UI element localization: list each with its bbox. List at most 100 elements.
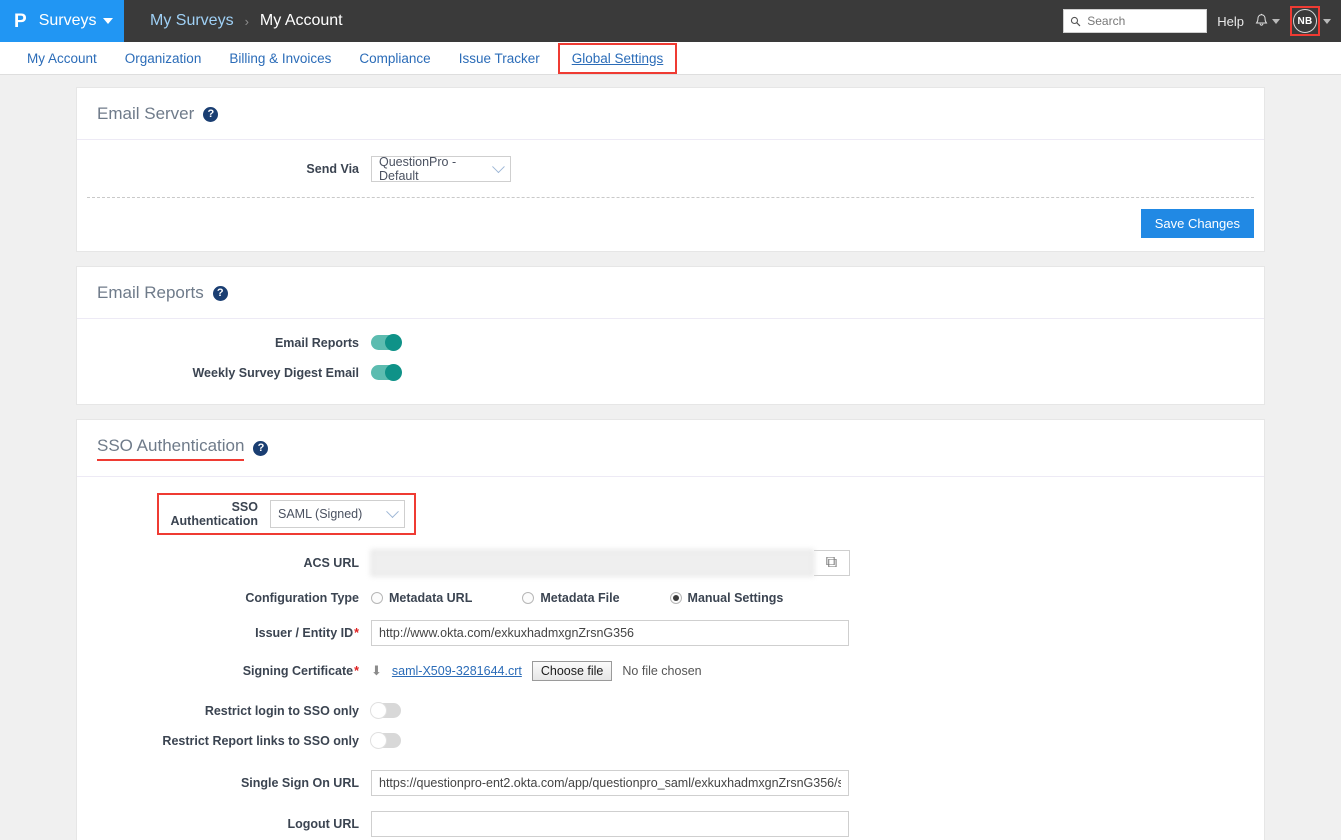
email-reports-toggle[interactable] xyxy=(371,334,402,351)
email-reports-panel: Email Reports ? Email Reports Weekly Sur… xyxy=(76,266,1265,405)
weekly-digest-toggle-row: Weekly Survey Digest Email xyxy=(77,364,1264,381)
tab-compliance[interactable]: Compliance xyxy=(345,42,444,75)
avatar[interactable]: NB xyxy=(1293,9,1317,33)
sso-auth-value: SAML (Signed) xyxy=(278,507,363,521)
sso-header: SSO Authentication ? xyxy=(77,420,1264,477)
help-icon[interactable]: ? xyxy=(203,106,219,122)
email-reports-toggle-row: Email Reports xyxy=(77,334,1264,351)
email-server-panel: Email Server ? Send Via QuestionPro - De… xyxy=(76,87,1265,252)
single-sign-on-url-input[interactable] xyxy=(371,770,849,796)
toggle-knob xyxy=(385,334,402,351)
signing-certificate-row: Signing Certificate* ⬇ saml-X509-3281644… xyxy=(77,661,1264,681)
send-via-value: QuestionPro - Default xyxy=(379,155,457,183)
radio-metadata-file[interactable]: Metadata File xyxy=(522,591,620,605)
issuer-label: Issuer / Entity ID* xyxy=(77,626,371,640)
acs-url-label: ACS URL xyxy=(303,556,359,570)
sso-authentication-panel: SSO Authentication ? SSO Authentication … xyxy=(76,419,1265,840)
account-menu[interactable]: NB xyxy=(1290,6,1331,36)
issuer-field xyxy=(371,620,1264,646)
email-server-title: Email Server xyxy=(97,104,195,123)
signing-certificate-label: Signing Certificate* xyxy=(77,664,371,678)
tab-billing-invoices[interactable]: Billing & Invoices xyxy=(215,42,345,75)
tab-organization[interactable]: Organization xyxy=(111,42,216,75)
sso-auth-highlight-box: SSO Authentication SAML (Signed) xyxy=(157,493,416,535)
breadcrumb-separator-icon: › xyxy=(244,13,249,29)
bell-icon xyxy=(1255,13,1268,26)
acs-url-input[interactable] xyxy=(371,550,814,576)
weekly-digest-field xyxy=(371,364,1264,381)
chevron-down-icon xyxy=(386,504,399,518)
top-header-bar: P Surveys My Surveys › My Account Help xyxy=(0,0,1341,42)
breadcrumb-my-account: My Account xyxy=(259,12,343,29)
toggle-knob xyxy=(370,732,387,749)
weekly-digest-toggle[interactable] xyxy=(371,364,402,381)
radio-manual-settings[interactable]: Manual Settings xyxy=(669,591,784,605)
restrict-report-toggle[interactable] xyxy=(370,732,401,749)
email-reports-body: Email Reports Weekly Survey Digest Email xyxy=(77,319,1264,404)
toggle-knob xyxy=(385,364,402,381)
email-server-header: Email Server ? xyxy=(77,88,1264,140)
sso-url-label: Single Sign On URL xyxy=(240,776,359,790)
config-type-radios: Metadata URL Metadata File Manual Settin… xyxy=(371,591,783,605)
sso-auth-label: SSO Authentication xyxy=(170,500,259,528)
restrict-login-row: Restrict login to SSO only xyxy=(77,702,1264,719)
email-server-body: Send Via QuestionPro - Default Save Chan… xyxy=(77,140,1264,251)
tab-issue-tracker[interactable]: Issue Tracker xyxy=(445,42,554,75)
required-marker: * xyxy=(354,626,359,640)
notifications-menu[interactable] xyxy=(1254,13,1280,29)
tab-global-settings[interactable]: Global Settings xyxy=(562,45,674,72)
restrict-login-label: Restrict login to SSO only xyxy=(204,703,359,718)
help-link[interactable]: Help xyxy=(1217,14,1244,29)
tab-global-settings-highlight: Global Settings xyxy=(557,42,678,74)
header-right-cluster: Help NB xyxy=(1063,0,1331,42)
config-type-row: Configuration Type Metadata URL Metadata… xyxy=(77,591,1264,605)
download-icon[interactable]: ⬇ xyxy=(371,663,382,679)
sso-auth-select[interactable]: SAML (Signed) xyxy=(270,500,405,528)
chevron-down-icon xyxy=(1272,18,1280,24)
chevron-down-icon xyxy=(103,18,114,24)
no-file-chosen-label: No file chosen xyxy=(622,664,702,678)
radio-metadata-url[interactable]: Metadata URL xyxy=(371,591,472,605)
send-via-select[interactable]: QuestionPro - Default xyxy=(371,155,511,183)
tab-my-account[interactable]: My Account xyxy=(13,42,111,75)
restrict-login-field xyxy=(370,702,1264,719)
help-icon[interactable]: ? xyxy=(253,441,269,456)
signing-certificate-field: ⬇ saml-X509-3281644.crt Choose file No f… xyxy=(371,661,1264,681)
radio-icon xyxy=(522,592,535,604)
restrict-report-row: Restrict Report links to SSO only xyxy=(77,732,1264,749)
breadcrumb-my-surveys[interactable]: My Surveys xyxy=(150,12,234,30)
config-type-field: Metadata URL Metadata File Manual Settin… xyxy=(371,591,1264,605)
logout-url-label: Logout URL xyxy=(287,817,359,831)
email-reports-header: Email Reports ? xyxy=(77,267,1264,319)
sso-title: SSO Authentication xyxy=(97,436,245,461)
page-content: Email Server ? Send Via QuestionPro - De… xyxy=(0,75,1341,840)
chevron-down-icon xyxy=(1323,18,1331,24)
choose-file-button[interactable]: Choose file xyxy=(531,661,613,681)
brand-label-wrap: Surveys xyxy=(39,12,114,30)
breadcrumb: My Surveys › My Account xyxy=(150,12,343,30)
email-server-footer: Save Changes xyxy=(87,197,1254,251)
questionpro-logo-icon: P xyxy=(14,10,27,32)
brand-surveys-menu[interactable]: P Surveys xyxy=(0,0,124,42)
issuer-entity-id-input[interactable] xyxy=(371,620,849,646)
acs-url-group: ⧉ xyxy=(371,550,850,576)
email-reports-field xyxy=(371,334,1264,351)
copy-icon[interactable]: ⧉ xyxy=(814,550,850,576)
logout-url-field xyxy=(371,811,1264,837)
radio-manual-settings-label: Manual Settings xyxy=(687,591,784,605)
sso-auth-field: SSO Authentication SAML (Signed) xyxy=(157,493,1264,535)
search-icon xyxy=(1071,16,1081,26)
search-box[interactable] xyxy=(1063,9,1208,33)
help-icon[interactable]: ? xyxy=(212,285,228,301)
radio-checked-icon xyxy=(669,592,682,604)
issuer-row: Issuer / Entity ID* xyxy=(77,620,1264,646)
sso-auth-row: SSO Authentication SAML (Signed) xyxy=(77,493,1264,535)
logout-url-input[interactable] xyxy=(371,811,849,837)
email-reports-title: Email Reports xyxy=(97,283,204,302)
restrict-login-toggle[interactable] xyxy=(370,702,401,719)
toggle-knob xyxy=(370,702,387,719)
certificate-file-link[interactable]: saml-X509-3281644.crt xyxy=(392,664,522,678)
sso-url-field xyxy=(371,770,1264,796)
search-input[interactable] xyxy=(1085,13,1201,29)
save-changes-button-email-server[interactable]: Save Changes xyxy=(1140,209,1254,238)
